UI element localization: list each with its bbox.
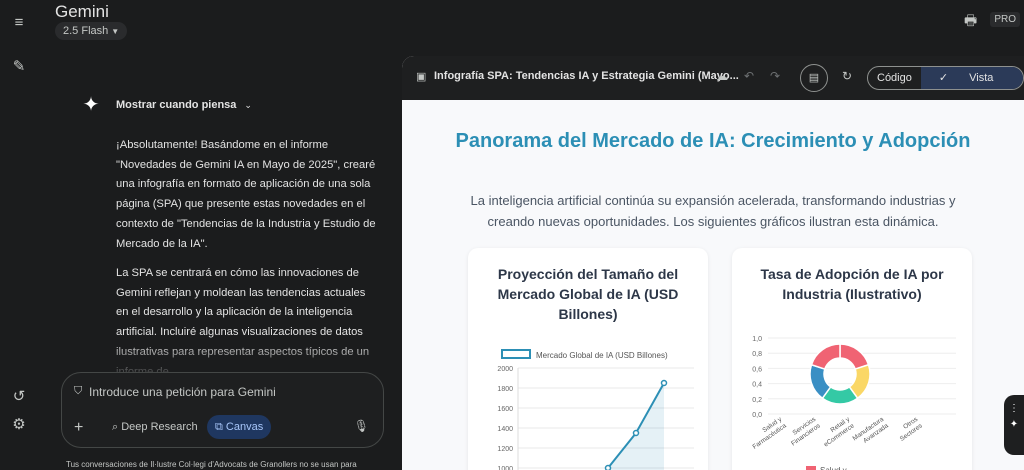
gemini-sparkle-icon: ✦ bbox=[82, 94, 100, 116]
y-tick-label: 1,0 bbox=[752, 336, 762, 343]
y-tick-label: 0,0 bbox=[752, 412, 762, 419]
code-tab[interactable]: Código bbox=[868, 67, 921, 89]
legend-label: Salud y bbox=[820, 466, 847, 470]
printer-icon[interactable]: 🖶 bbox=[964, 10, 980, 28]
x-tick-label: OtrosSectores bbox=[894, 415, 924, 442]
chevron-down-icon: ⌄ bbox=[244, 99, 252, 110]
thinking-label: Mostrar cuando piensa bbox=[116, 99, 237, 111]
undo-icon[interactable]: ↶ bbox=[744, 69, 754, 83]
y-tick-label: 2000 bbox=[497, 366, 513, 373]
x-tick-label: Retail yeCommerce bbox=[818, 415, 856, 448]
chevron-down-icon: ▼ bbox=[111, 27, 120, 36]
preview-area: Panorama del Mercado de IA: Crecimiento … bbox=[402, 100, 1024, 470]
floating-toolbar[interactable]: ⋮ ✦ bbox=[1004, 395, 1024, 455]
gear-icon[interactable]: ⚙ bbox=[11, 417, 27, 433]
prompt-composer: ⛉ Introduce una petición para Gemini + ⌕… bbox=[61, 372, 384, 448]
response-paragraph: ¡Absolutamente! Basándome en el informe … bbox=[116, 139, 376, 250]
check-icon: ✓ bbox=[938, 72, 952, 84]
deep-research-label: Deep Research bbox=[121, 421, 198, 433]
sparkle-icon: ✦ bbox=[1009, 419, 1019, 430]
data-point bbox=[660, 379, 668, 387]
deep-research-icon: ⌕ bbox=[112, 421, 122, 433]
microphone-icon[interactable]: 🎙 bbox=[354, 419, 369, 433]
x-tick-label: Salud yFarmacéutica bbox=[747, 415, 788, 450]
market-size-card: Proyección del Tamaño del Mercado Global… bbox=[468, 248, 708, 470]
adoption-card: Tasa de Adopción de IA por Industria (Il… bbox=[732, 248, 972, 470]
deep-research-button[interactable]: ⌕ Deep Research bbox=[104, 415, 206, 439]
privacy-disclaimer: Tus conversaciones de Il·lustre Col·legi… bbox=[66, 460, 357, 469]
thinking-toggle[interactable]: ✦ Mostrar cuando piensa ⌄ bbox=[80, 94, 252, 116]
console-button[interactable]: ▤ bbox=[800, 64, 828, 92]
code-doc-icon: ▣ bbox=[416, 71, 427, 83]
redo-icon[interactable]: ↷ bbox=[770, 69, 780, 83]
legend-label: Mercado Global de IA (USD Billones) bbox=[536, 351, 668, 360]
app-title: Gemini bbox=[55, 2, 109, 21]
side-rail: ≡ ✎ ↺ ⚙ bbox=[0, 0, 38, 470]
top-bar: Gemini 2.5 Flash ▼ 🖶 PRO bbox=[38, 0, 1024, 44]
y-tick-label: 1400 bbox=[497, 426, 513, 433]
y-tick-label: 1000 bbox=[497, 466, 513, 470]
refresh-icon[interactable]: ↻ bbox=[842, 69, 852, 83]
history-icon[interactable]: ↺ bbox=[11, 389, 27, 405]
model-label: 2.5 Flash bbox=[63, 25, 109, 37]
canvas-panel: ▣ Infografía SPA: Tendencias IA y Estrat… bbox=[402, 56, 1024, 470]
view-toggle: Código ✓ Vista previa bbox=[867, 66, 1024, 90]
legend-swatch bbox=[806, 466, 816, 470]
new-chat-icon[interactable]: ✎ bbox=[11, 59, 27, 75]
y-tick-label: 1800 bbox=[497, 386, 513, 393]
donut-slice bbox=[839, 343, 870, 371]
cloud-icon[interactable]: ☁ bbox=[716, 69, 728, 83]
add-icon[interactable]: + bbox=[74, 419, 83, 437]
preview-title: Panorama del Mercado de IA: Crecimiento … bbox=[455, 130, 971, 152]
x-tick-label: ManufacturaAvanzada bbox=[852, 416, 891, 449]
donut-chart: 1,0 0,8 0,6 0,4 0,2 0,0Salud yFarmacéutica Ser… bbox=[747, 336, 956, 470]
canvas-title: Infografía SPA: Tendencias IA y Estrateg… bbox=[434, 70, 739, 82]
x-tick-label: ServiciosFinancieros bbox=[786, 415, 823, 447]
canvas-button[interactable]: ⧉ Canvas bbox=[207, 415, 272, 439]
y-tick-label: 0,2 bbox=[752, 397, 762, 404]
y-tick-label: 1600 bbox=[497, 406, 513, 413]
canvas-label: Canvas bbox=[225, 421, 264, 433]
y-tick-label: 0,6 bbox=[752, 366, 762, 373]
preview-tab[interactable]: ✓ Vista previa bbox=[920, 67, 1023, 89]
shield-icon: ⛉ bbox=[74, 385, 83, 397]
line-chart: Mercado Global de IA (USD Billones) 2000 1… bbox=[497, 349, 694, 470]
y-tick-label: 0,4 bbox=[752, 382, 762, 389]
data-point bbox=[632, 429, 640, 437]
menu-icon[interactable]: ≡ bbox=[11, 15, 27, 31]
donut-slice bbox=[810, 343, 841, 371]
data-point bbox=[604, 464, 612, 470]
dots-icon: ⋮ bbox=[1009, 403, 1019, 414]
legend-swatch bbox=[501, 349, 531, 359]
canvas-icon: ⧉ bbox=[215, 421, 226, 433]
pro-badge: PRO bbox=[990, 12, 1020, 27]
preview-subtitle: La inteligencia artificial continúa su e… bbox=[470, 193, 956, 229]
model-selector[interactable]: 2.5 Flash ▼ bbox=[55, 22, 128, 40]
y-tick-label: 0,8 bbox=[752, 351, 762, 358]
y-tick-label: 1200 bbox=[497, 446, 513, 453]
prompt-input[interactable]: Introduce una petición para Gemini bbox=[89, 385, 276, 399]
canvas-header: ▣ Infografía SPA: Tendencias IA y Estrat… bbox=[402, 56, 1024, 100]
